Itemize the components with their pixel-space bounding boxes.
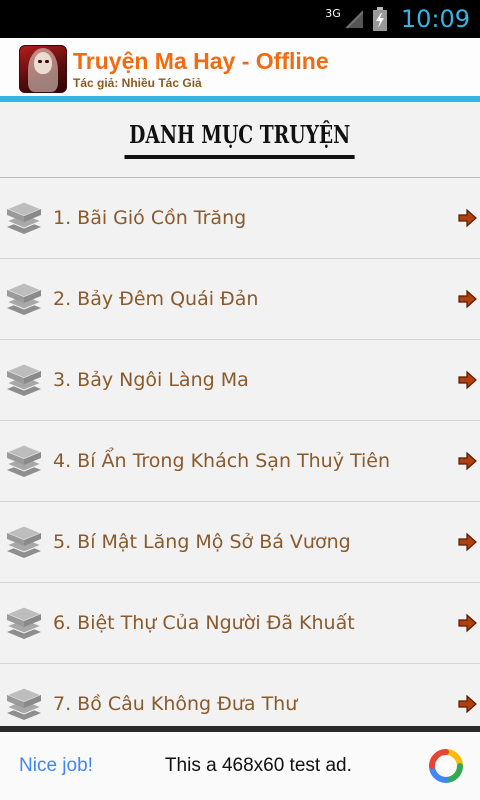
app-header: Truyện Ma Hay - Offline Tác giả: Nhiều T… [0,38,480,100]
app-logo-icon [19,45,67,93]
list-item[interactable]: 2. Bảy Đêm Quái Đản [0,259,480,340]
ad-message: This a 468x60 test ad. [164,755,352,776]
clock: 10:09 [400,5,470,33]
arrow-right-icon [458,613,477,633]
app-subtitle: Tác giả: Nhiều Tác Giả [73,76,202,90]
story-title: 1. Bãi Gió Cồn Trăng [53,207,247,229]
network-type: 3G [325,6,341,20]
layers-icon [5,282,43,315]
section-title: DANH MỤC TRUYỆN [124,120,356,159]
section-heading: DANH MỤC TRUYỆN [0,102,480,178]
list-item[interactable]: 3. Bảy Ngôi Làng Ma [0,340,480,421]
arrow-right-icon [458,532,477,552]
layers-icon [5,444,43,477]
app-title: Truyện Ma Hay - Offline [73,48,329,74]
arrow-right-icon [458,289,477,309]
layers-icon [5,606,43,639]
status-bar: 3G 10:09 [0,0,480,38]
arrow-right-icon [458,370,477,390]
layers-icon [5,687,43,720]
ad-nice-job-text: Nice job! [19,755,93,776]
arrow-right-icon [458,451,477,471]
ad-banner[interactable]: Nice job! This a 468x60 test ad. [0,726,480,800]
list-item[interactable]: 4. Bí Ẩn Trong Khách Sạn Thuỷ Tiên [0,421,480,502]
story-title: 3. Bảy Ngôi Làng Ma [53,369,249,391]
story-title: 4. Bí Ẩn Trong Khách Sạn Thuỷ Tiên [53,450,391,472]
list-item[interactable]: 5. Bí Mật Lăng Mộ Sở Bá Vương [0,502,480,583]
story-list: 1. Bãi Gió Cồn Trăng 2. Bảy Đêm Quái Đản… [0,178,480,745]
story-title: 5. Bí Mật Lăng Mộ Sở Bá Vương [53,531,351,553]
story-title: 6. Biệt Thự Của Người Đã Khuất [53,612,355,634]
layers-icon [5,363,43,396]
ad-choices-icon[interactable] [429,749,463,783]
arrow-right-icon [458,694,477,714]
battery-icon [372,7,387,31]
signal-icon [344,10,364,29]
layers-icon [5,201,43,234]
arrow-right-icon [458,208,477,228]
story-title: 2. Bảy Đêm Quái Đản [53,288,259,310]
story-title: 7. Bồ Câu Không Đưa Thư [53,693,298,715]
layers-icon [5,525,43,558]
header-titles: Truyện Ma Hay - Offline Tác giả: Nhiều T… [73,47,329,91]
list-item[interactable]: 6. Biệt Thự Của Người Đã Khuất [0,583,480,664]
list-item[interactable]: 1. Bãi Gió Cồn Trăng [0,178,480,259]
